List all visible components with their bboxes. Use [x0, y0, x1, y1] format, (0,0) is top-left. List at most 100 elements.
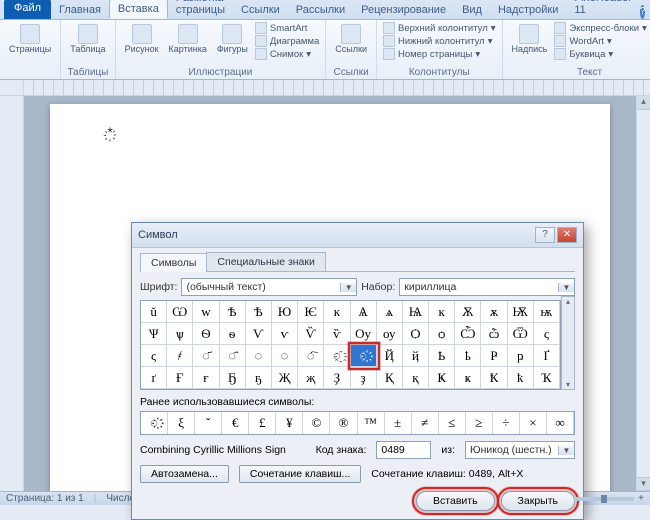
symbol-cell[interactable]: оу: [377, 323, 403, 345]
symbol-cell[interactable]: Ґ: [534, 345, 560, 367]
recent-cell[interactable]: €: [222, 412, 249, 434]
recent-cell[interactable]: ≤: [439, 412, 466, 434]
symbol-cell[interactable]: ҍ: [455, 345, 481, 367]
recent-cell[interactable]: ©: [303, 412, 330, 434]
tab-abbyy[interactable]: ABBYY FineReader 11: [566, 0, 639, 19]
symbol-grid[interactable]: ŭѠwѢѢЮѤĸѦѧѨĸѪѫѬѭѰѱѲѳѴѵѶѷОуоуѺѻѼѽѾςς҂◌҃◌҄…: [140, 300, 561, 390]
symbol-cell[interactable]: Ю: [272, 301, 298, 323]
recent-grid[interactable]: ◌҉ξˇ€£¥©®™±≠≤≥÷×∞: [140, 411, 575, 435]
shortcut-button[interactable]: Сочетание клавиш...: [239, 465, 361, 483]
symbol-cell[interactable]: Ҟ: [481, 367, 507, 389]
symbol-cell[interactable]: Ѵ: [246, 323, 272, 345]
symbol-cell[interactable]: ҏ: [508, 345, 534, 367]
symbol-cell[interactable]: ҂: [167, 345, 193, 367]
code-input[interactable]: [376, 441, 431, 459]
symbol-cell[interactable]: ѳ: [220, 323, 246, 345]
links-button[interactable]: Ссылки: [332, 22, 370, 56]
tab-references[interactable]: Ссылки: [233, 1, 288, 19]
symbol-cell[interactable]: ĸ: [324, 301, 350, 323]
header-button[interactable]: Верхний колонтитул ▾: [383, 22, 496, 34]
symbol-cell[interactable]: Ѧ: [351, 301, 377, 323]
recent-cell[interactable]: ˇ: [195, 412, 222, 434]
zoom-slider[interactable]: [574, 497, 634, 501]
symbol-cell[interactable]: ѫ: [481, 301, 507, 323]
chart-button[interactable]: Диаграмма: [255, 35, 319, 47]
recent-cell[interactable]: ≠: [412, 412, 439, 434]
symbol-cell[interactable]: ҕ: [246, 367, 272, 389]
symbol-cell[interactable]: Ѣ: [220, 301, 246, 323]
symbol-cell[interactable]: ҋ: [403, 345, 429, 367]
table-button[interactable]: Таблица: [67, 22, 108, 56]
symbol-cell[interactable]: ς: [141, 345, 167, 367]
recent-cell[interactable]: ×: [520, 412, 547, 434]
symbol-cell[interactable]: ҙ: [351, 367, 377, 389]
recent-cell[interactable]: ±: [385, 412, 412, 434]
scrollbar-vertical[interactable]: ▴▾: [636, 96, 650, 491]
symbol-cell[interactable]: ĸ: [429, 301, 455, 323]
symbol-cell[interactable]: Ѿ: [508, 323, 534, 345]
shapes-button[interactable]: Фигуры: [214, 22, 251, 56]
wordart-button[interactable]: WordArt ▾: [554, 35, 646, 47]
status-page[interactable]: Страница: 1 из 1: [6, 493, 84, 504]
symbol-cell[interactable]: Ғ: [167, 367, 193, 389]
picture-button[interactable]: Рисунок: [122, 22, 162, 56]
symbol-cell[interactable]: Ҍ: [429, 345, 455, 367]
quickparts-button[interactable]: Экспресс-блоки ▾: [554, 22, 646, 34]
symbol-cell[interactable]: Қ: [377, 367, 403, 389]
symbol-cell[interactable]: ◌: [272, 345, 298, 367]
tab-mailings[interactable]: Рассылки: [288, 1, 353, 19]
tab-home[interactable]: Главная: [51, 1, 109, 19]
symbol-cell[interactable]: Ҝ: [429, 367, 455, 389]
tab-layout[interactable]: Разметка страницы: [168, 0, 233, 19]
symbol-cell[interactable]: ѵ: [272, 323, 298, 345]
dialog-help-button[interactable]: ?: [535, 227, 555, 243]
symbol-cell[interactable]: Ѻ: [403, 323, 429, 345]
symbol-cell[interactable]: Ѱ: [141, 323, 167, 345]
zoom-in-icon[interactable]: +: [638, 493, 644, 504]
subset-combo[interactable]: кириллица▼: [399, 278, 575, 296]
symbol-cell[interactable]: Ҙ: [324, 367, 350, 389]
recent-cell[interactable]: ®: [330, 412, 357, 434]
symbol-cell[interactable]: ◌: [246, 345, 272, 367]
symbol-cell[interactable]: Ѫ: [455, 301, 481, 323]
symbol-cell[interactable]: Ѡ: [167, 301, 193, 323]
symbol-cell[interactable]: ѭ: [534, 301, 560, 323]
close-button[interactable]: Закрыть: [501, 491, 575, 511]
symbol-cell[interactable]: ѻ: [429, 323, 455, 345]
symbol-cell[interactable]: Ҏ: [481, 345, 507, 367]
pagenum-button[interactable]: Номер страницы ▾: [383, 48, 496, 60]
symbol-cell[interactable]: w: [193, 301, 219, 323]
recent-cell[interactable]: ¥: [276, 412, 303, 434]
symbol-cell[interactable]: Ѣ: [246, 301, 272, 323]
symbol-cell[interactable]: Ѭ: [508, 301, 534, 323]
symbol-cell[interactable]: Җ: [272, 367, 298, 389]
tab-addins[interactable]: Надстройки: [490, 1, 566, 19]
recent-cell[interactable]: ξ: [168, 412, 195, 434]
symbol-cell[interactable]: Ѩ: [403, 301, 429, 323]
dialog-close-button[interactable]: ✕: [557, 227, 577, 243]
footer-button[interactable]: Нижний колонтитул ▾: [383, 35, 496, 47]
insert-button[interactable]: Вставить: [416, 491, 495, 511]
grid-scrollbar[interactable]: ▴▾: [561, 296, 575, 390]
recent-cell[interactable]: ∞: [547, 412, 574, 434]
clipart-button[interactable]: Картинка: [166, 22, 210, 56]
screenshot-button[interactable]: Снимок ▾: [255, 48, 319, 60]
symbol-cell[interactable]: ґ: [141, 367, 167, 389]
recent-cell[interactable]: ≥: [466, 412, 493, 434]
autocorrect-button[interactable]: Автозамена...: [140, 465, 229, 483]
symbol-cell[interactable]: ѽ: [481, 323, 507, 345]
file-tab[interactable]: Файл: [4, 0, 51, 19]
tab-insert[interactable]: Вставка: [109, 0, 168, 19]
recent-cell[interactable]: ◌҉: [141, 412, 168, 434]
symbol-cell[interactable]: Оу: [351, 323, 377, 345]
symbol-cell[interactable]: ◌҈: [324, 345, 350, 367]
symbol-cell[interactable]: ◌҄: [220, 345, 246, 367]
pages-button[interactable]: Страницы: [6, 22, 54, 56]
help-icon[interactable]: ?: [640, 5, 646, 19]
tab-view[interactable]: Вид: [454, 1, 490, 19]
symbol-cell[interactable]: ◌҇: [298, 345, 324, 367]
symbol-cell[interactable]: ◌҃: [193, 345, 219, 367]
font-combo[interactable]: (обычный текст)▼: [181, 278, 357, 296]
symbol-cell[interactable]: җ: [298, 367, 324, 389]
symbol-cell[interactable]: ѧ: [377, 301, 403, 323]
